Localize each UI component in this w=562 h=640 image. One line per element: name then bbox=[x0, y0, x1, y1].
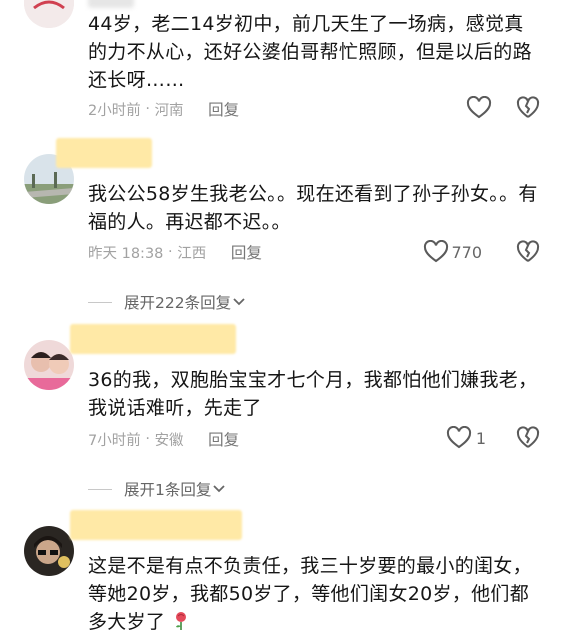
clipped-username-top bbox=[88, 0, 134, 8]
reply-button[interactable]: 回复 bbox=[208, 428, 239, 450]
avatar[interactable] bbox=[24, 526, 74, 576]
timestamp: 7小时前 bbox=[88, 432, 141, 449]
like-count: 770 bbox=[451, 242, 482, 262]
expand-label: 展开1条回复 bbox=[124, 481, 212, 499]
dislike-button[interactable] bbox=[516, 96, 540, 124]
comment-meta: 7小时前 · 安徽 回复 bbox=[88, 428, 239, 450]
comment-meta: 昨天 18:38 · 江西 回复 bbox=[88, 241, 262, 263]
like-button[interactable]: 770 bbox=[423, 240, 482, 264]
expand-replies-button[interactable]: 展开1条回复 bbox=[88, 478, 227, 500]
location: 安徽 bbox=[154, 432, 184, 449]
broken-heart-icon bbox=[516, 96, 540, 118]
heart-icon bbox=[446, 426, 471, 449]
comment-text-content: 这是不是有点不负责任，我三十岁要的最小的闺女，等她20岁，我都50岁了，等他们闺… bbox=[88, 555, 532, 633]
heart-icon bbox=[424, 240, 449, 263]
broken-heart-icon bbox=[516, 240, 540, 262]
comment-text: 36的我，双胞胎宝宝才七个月，我都怕他们嫌我老，我说话难听，先走了 bbox=[88, 369, 538, 419]
rose-icon bbox=[175, 612, 186, 630]
timestamp: 2小时前 bbox=[88, 102, 141, 119]
divider-line bbox=[88, 301, 112, 303]
avatar[interactable] bbox=[24, 0, 74, 28]
comment-text: 我公公58岁生我老公。。现在还看到了孙子孙女。。有福的人。再迟都不迟。。 bbox=[88, 183, 538, 233]
chevron-down-icon bbox=[213, 485, 226, 493]
comment-text: 44岁，老二14岁初中，前几天生了一场病，感觉真的力不从心，还好公婆伯哥帮忙照顾… bbox=[88, 13, 532, 91]
chevron-down-icon bbox=[233, 298, 245, 306]
username-redacted bbox=[70, 324, 236, 354]
broken-heart-icon bbox=[516, 426, 540, 448]
like-count: 1 bbox=[475, 428, 486, 448]
expand-replies-button[interactable]: 展开222条回复 bbox=[88, 291, 247, 313]
reply-button[interactable]: 回复 bbox=[208, 98, 239, 120]
dislike-button[interactable] bbox=[516, 426, 540, 454]
timestamp: 昨天 18:38 bbox=[88, 245, 164, 262]
divider-line bbox=[88, 488, 112, 490]
username-redacted bbox=[56, 138, 152, 168]
reply-button[interactable]: 回复 bbox=[231, 241, 262, 263]
like-button[interactable]: 1 bbox=[446, 426, 486, 450]
avatar[interactable] bbox=[24, 340, 74, 390]
location: 河南 bbox=[154, 102, 184, 119]
like-button[interactable] bbox=[466, 96, 492, 120]
expand-label: 展开222条回复 bbox=[124, 294, 232, 312]
comment-meta: 2小时前 · 河南 回复 bbox=[88, 98, 239, 120]
location: 江西 bbox=[177, 245, 207, 262]
heart-icon bbox=[466, 96, 492, 119]
comment-text: 这是不是有点不负责任，我三十岁要的最小的闺女，等她20岁，我都50岁了，等他们闺… bbox=[88, 552, 538, 636]
dislike-button[interactable] bbox=[516, 240, 540, 268]
username-redacted bbox=[70, 510, 242, 540]
